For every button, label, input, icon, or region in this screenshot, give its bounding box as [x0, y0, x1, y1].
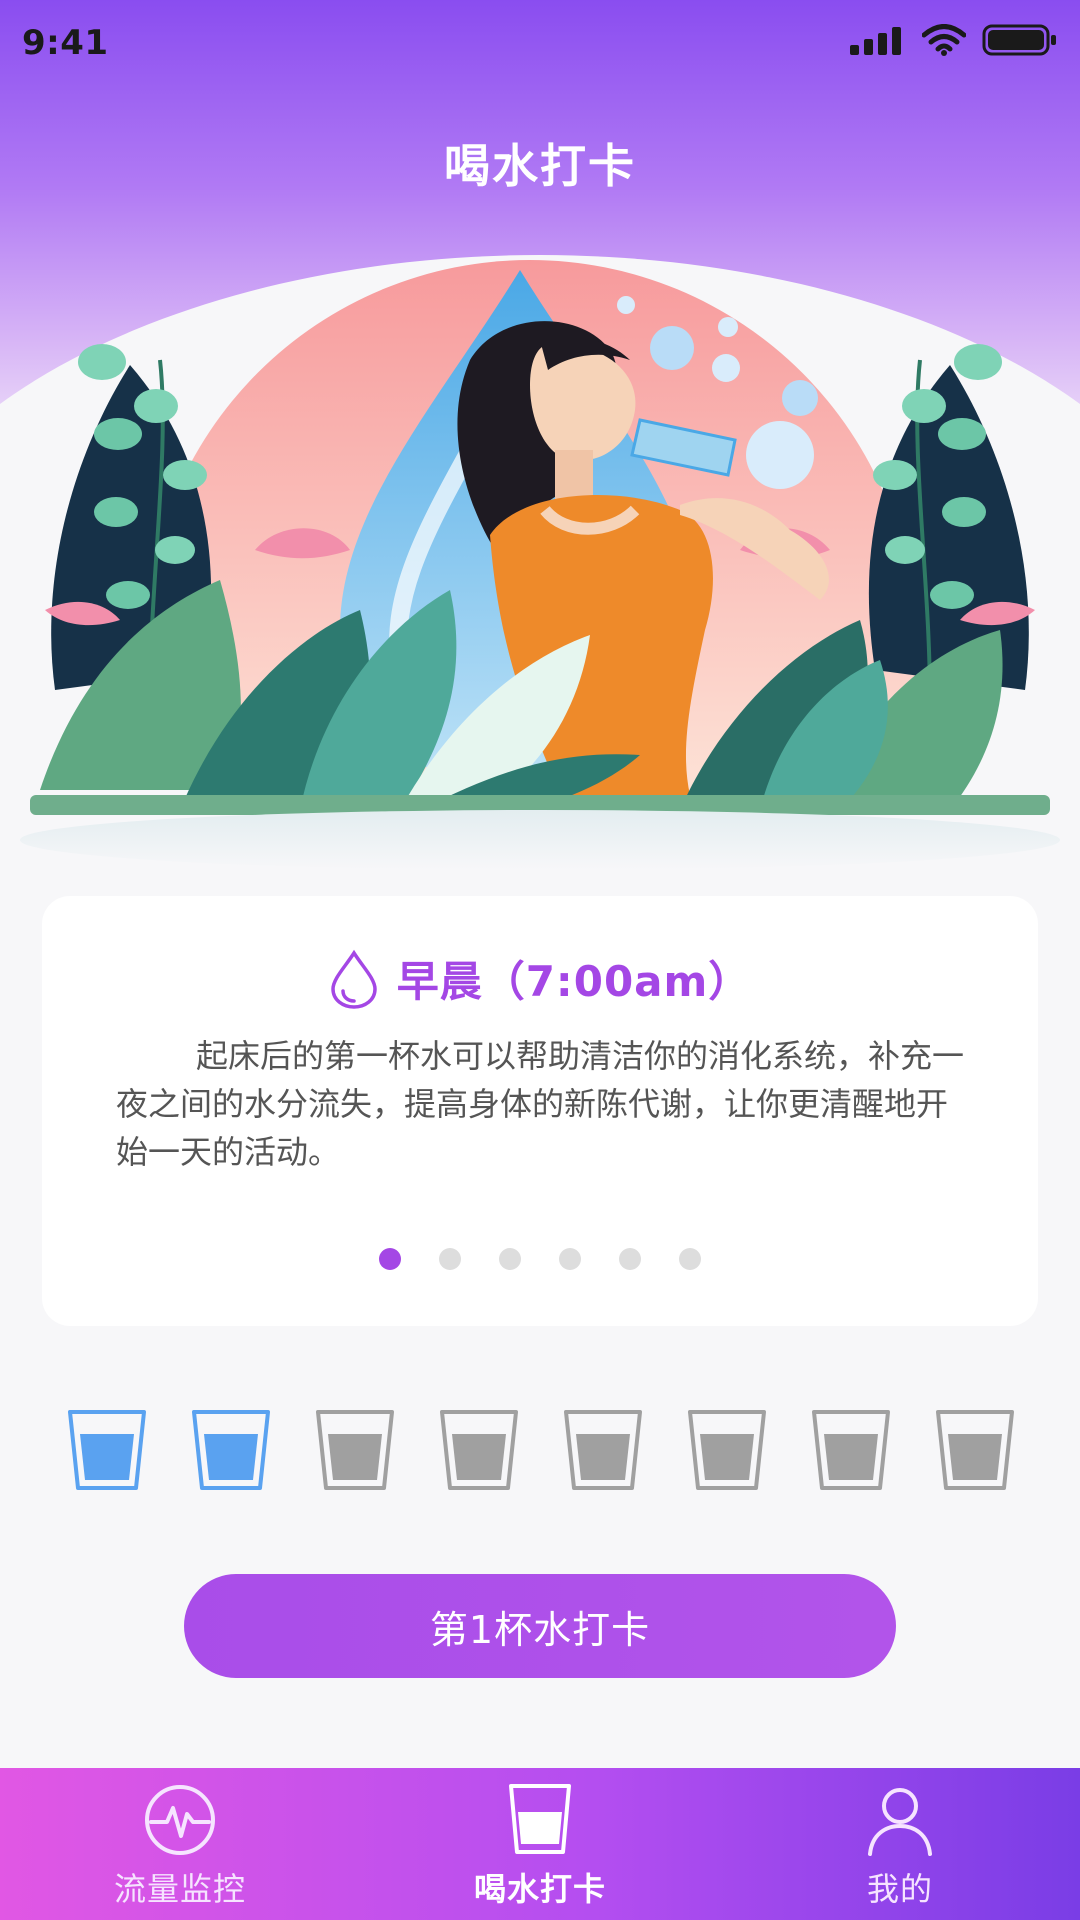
- cup-empty-icon: [440, 1410, 518, 1490]
- carousel-dot-5[interactable]: [619, 1248, 641, 1270]
- status-bar: 9:41: [0, 0, 1080, 80]
- checkin-button[interactable]: 第1杯水打卡: [184, 1574, 896, 1678]
- drinking-water-illustration: [20, 260, 1060, 870]
- carousel-dot-2[interactable]: [439, 1248, 461, 1270]
- tab-label: 喝水打卡: [473, 1870, 606, 1908]
- wifi-icon: [922, 24, 966, 56]
- carousel-dot-3[interactable]: [499, 1248, 521, 1270]
- tip-title: 早晨（7:00am）: [396, 957, 752, 1006]
- tab-water-checkin[interactable]: 喝水打卡: [360, 1768, 720, 1920]
- cup-progress: [66, 1408, 1016, 1498]
- page-title: 喝水打卡: [444, 139, 636, 193]
- battery-icon: [982, 24, 1056, 56]
- status-icons: [848, 24, 1058, 56]
- tab-label: 流量监控: [113, 1870, 246, 1908]
- tab-traffic-monitor[interactable]: 流量监控: [0, 1768, 360, 1920]
- tip-header: 早晨（7:00am）: [42, 948, 1038, 1009]
- cup-empty-icon: [812, 1410, 890, 1490]
- tip-card[interactable]: 早晨（7:00am） 起床后的第一杯水可以帮助清洁你的消化系统，补充一夜之间的水…: [42, 896, 1038, 1326]
- carousel-dot-6[interactable]: [679, 1248, 701, 1270]
- tab-bar: 流量监控 喝水打卡 我的: [0, 1768, 1080, 1920]
- cup-filled-icon: [192, 1410, 270, 1490]
- carousel-dot-4[interactable]: [559, 1248, 581, 1270]
- tab-label: 我的: [866, 1870, 933, 1908]
- status-time: 9:41: [22, 23, 109, 63]
- carousel-dots[interactable]: [42, 1248, 1038, 1270]
- cup-empty-icon: [688, 1410, 766, 1490]
- pulse-monitor-icon: [145, 1785, 215, 1855]
- tab-my-profile[interactable]: 我的: [720, 1768, 1080, 1920]
- signal-icon: [850, 27, 901, 55]
- cup-empty-icon: [936, 1410, 1014, 1490]
- carousel-dot-1[interactable]: [379, 1248, 401, 1270]
- cup-empty-icon: [564, 1410, 642, 1490]
- cup-empty-icon: [316, 1410, 394, 1490]
- water-cup-icon: [509, 1784, 571, 1854]
- water-drop-icon: [330, 949, 377, 1009]
- tip-body: 起床后的第一杯水可以帮助清洁你的消化系统，补充一夜之间的水分流失，提高身体的新陈…: [116, 1037, 965, 1171]
- user-icon: [868, 1788, 932, 1856]
- cup-filled-icon: [68, 1410, 146, 1490]
